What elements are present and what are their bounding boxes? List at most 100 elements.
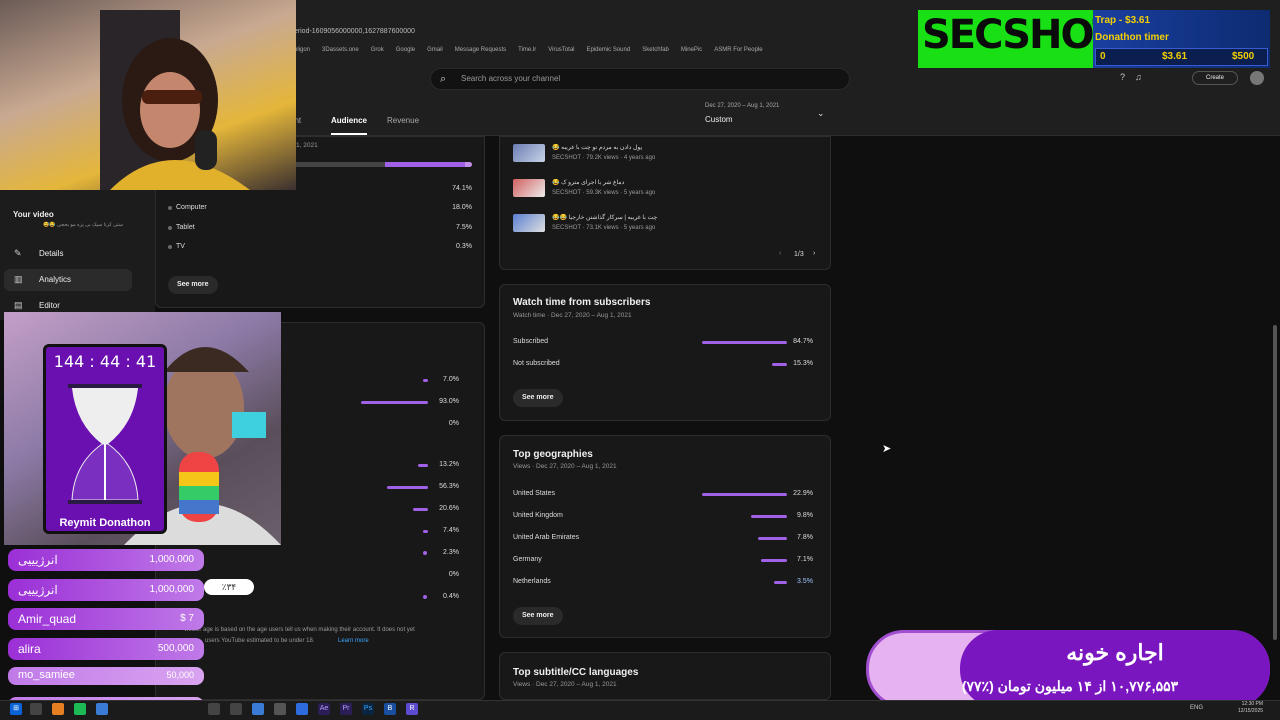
age-value: 56.3%	[439, 483, 459, 490]
donathon-current: $3.61	[1162, 51, 1188, 62]
video-title[interactable]: چت با غریبه | سرکار گذاشتن خارجیا 😂😂	[552, 214, 662, 221]
donation-item: انرژیییی 1,000,000	[8, 549, 204, 571]
header-icons: ? ♫	[1120, 72, 1142, 82]
taskbar-app-icon[interactable]	[96, 703, 108, 715]
geography-label: United States	[513, 490, 556, 497]
donation-item: Amir_quad $ 7	[8, 608, 204, 630]
subscribers-see-more-button[interactable]: See more	[513, 389, 563, 407]
taskbar-app-icon[interactable]	[74, 703, 86, 715]
age-bar	[418, 464, 428, 467]
device-value: 74.1%	[452, 185, 472, 192]
taskbar-app-icon[interactable]	[296, 703, 308, 715]
photoshop-icon[interactable]: Ps	[362, 703, 374, 715]
taskbar-app-icon[interactable]: R	[406, 703, 418, 715]
bookmark-item[interactable]: MinePic	[681, 47, 702, 53]
sidebar-item-details[interactable]: Details	[39, 249, 63, 258]
face-shape	[140, 72, 200, 148]
taskbar-app-icon[interactable]	[30, 703, 42, 715]
video-title[interactable]: دماغ شر با اجرای مترو ک 😂	[552, 179, 662, 186]
donor-name: انرژیییی	[18, 582, 58, 597]
age-bar	[422, 530, 428, 533]
taskbar-clock[interactable]: 12:30 PM 12/15/2025	[1238, 701, 1263, 715]
donathon-timer: 144 : 44 : 41	[53, 352, 157, 371]
age-bar	[413, 508, 428, 511]
subscriber-label: Subscribed	[513, 338, 549, 345]
sidebar-item-analytics[interactable]: Analytics	[39, 275, 71, 284]
sidebar-item-editor[interactable]: Editor	[39, 301, 60, 310]
tab-revenue[interactable]: Revenue	[387, 116, 419, 125]
device-value: 18.0%	[452, 204, 472, 211]
language-indicator[interactable]: ENG	[1190, 705, 1203, 711]
progress-badge: ٪۳۴	[204, 579, 254, 595]
editor-icon: ▤	[14, 300, 23, 310]
avatar[interactable]	[1250, 71, 1264, 85]
bookmark-item[interactable]: ASMR For People	[714, 47, 762, 53]
geography-label: Netherlands	[513, 578, 551, 585]
glasses-shape	[142, 90, 202, 104]
bell-icon[interactable]: ♫	[1135, 72, 1142, 82]
geography-value: 3.5%	[797, 578, 813, 585]
bookmark-item[interactable]: Google	[396, 47, 415, 53]
geography-bar	[750, 515, 787, 518]
age-value: 2.3%	[443, 549, 459, 556]
url-bar[interactable]: period-1609056000000,1627887600000	[290, 24, 910, 40]
bookmark-item[interactable]: 3Dassets.one	[322, 47, 359, 53]
search-input[interactable]: ⌕ Search across your channel	[430, 68, 850, 90]
taskbar-app-icon[interactable]	[274, 703, 286, 715]
pagination: 1/3	[794, 251, 804, 258]
age-bar	[423, 551, 427, 555]
donation-amount: 500,000	[157, 642, 194, 654]
video-thumbnail[interactable]	[513, 214, 545, 232]
gender-bar	[361, 401, 428, 404]
geographies-see-more-button[interactable]: See more	[513, 607, 563, 625]
donathon-title: Donathon timer	[1095, 32, 1169, 43]
taskbar-app-icon[interactable]	[52, 703, 64, 715]
taskbar-app-icon[interactable]	[208, 703, 220, 715]
legend-dot	[168, 226, 172, 230]
devices-see-more-button[interactable]: See more	[168, 276, 218, 294]
device-value: 0.3%	[456, 243, 472, 250]
video-title[interactable]: پول دادن به مردم تو چت با غریبه 😂	[552, 144, 662, 151]
pencil-icon: ✎	[14, 248, 22, 258]
bookmark-item[interactable]: Epidemic Sound	[587, 47, 631, 53]
device-label: TV	[176, 243, 185, 250]
gender-value: 0%	[448, 420, 459, 427]
taskbar-app-icon[interactable]	[230, 703, 242, 715]
help-icon[interactable]: ?	[1120, 72, 1125, 82]
bookmark-item[interactable]: VirusTotal	[548, 47, 574, 53]
date-picker[interactable]: Custom	[705, 115, 733, 124]
geography-value: 7.8%	[797, 534, 813, 541]
bookmark-item[interactable]: Sketchfab	[642, 47, 669, 53]
donation-amount: 50,000	[166, 670, 194, 680]
gender-value: 7.0%	[443, 376, 459, 383]
donation-amount: 1,000,000	[149, 554, 195, 565]
tab-audience[interactable]: Audience	[331, 116, 367, 125]
donor-name: انرژیییی	[18, 553, 58, 567]
taskbar-app-icon[interactable]: B	[384, 703, 396, 715]
device-label: Computer	[176, 204, 207, 211]
chevron-down-icon[interactable]: ⌄	[817, 108, 825, 119]
scrollbar[interactable]	[1273, 325, 1277, 640]
bookmark-item[interactable]: Grok	[371, 47, 384, 53]
video-thumbnail[interactable]	[513, 179, 545, 197]
bookmark-item[interactable]: Time.lr	[518, 47, 536, 53]
bookmark-item[interactable]: Gmail	[427, 47, 443, 53]
create-button[interactable]: Create	[1192, 71, 1238, 85]
next-page-icon[interactable]: ›	[813, 250, 815, 257]
device-label: Tablet	[176, 224, 195, 231]
after-effects-icon[interactable]: Ae	[318, 703, 330, 715]
geography-value: 9.8%	[797, 512, 813, 519]
start-icon[interactable]: ⊞	[10, 703, 22, 715]
bookmark-item[interactable]: Message Requests	[455, 47, 506, 53]
prev-page-icon[interactable]: ‹	[779, 250, 781, 257]
age-bar	[387, 486, 428, 489]
tab-underline	[331, 133, 367, 135]
donation-item: انرژیییی 1,000,000	[8, 578, 204, 601]
learn-more-link[interactable]: Learn more	[338, 638, 369, 644]
premiere-icon[interactable]: Pr	[340, 703, 352, 715]
taskbar-app-icon[interactable]	[252, 703, 264, 715]
video-thumbnail[interactable]	[513, 144, 545, 162]
donathon-goal: $500	[1232, 51, 1255, 62]
search-placeholder: Search across your channel	[461, 74, 561, 83]
geographies-title: Top geographies	[513, 449, 593, 460]
